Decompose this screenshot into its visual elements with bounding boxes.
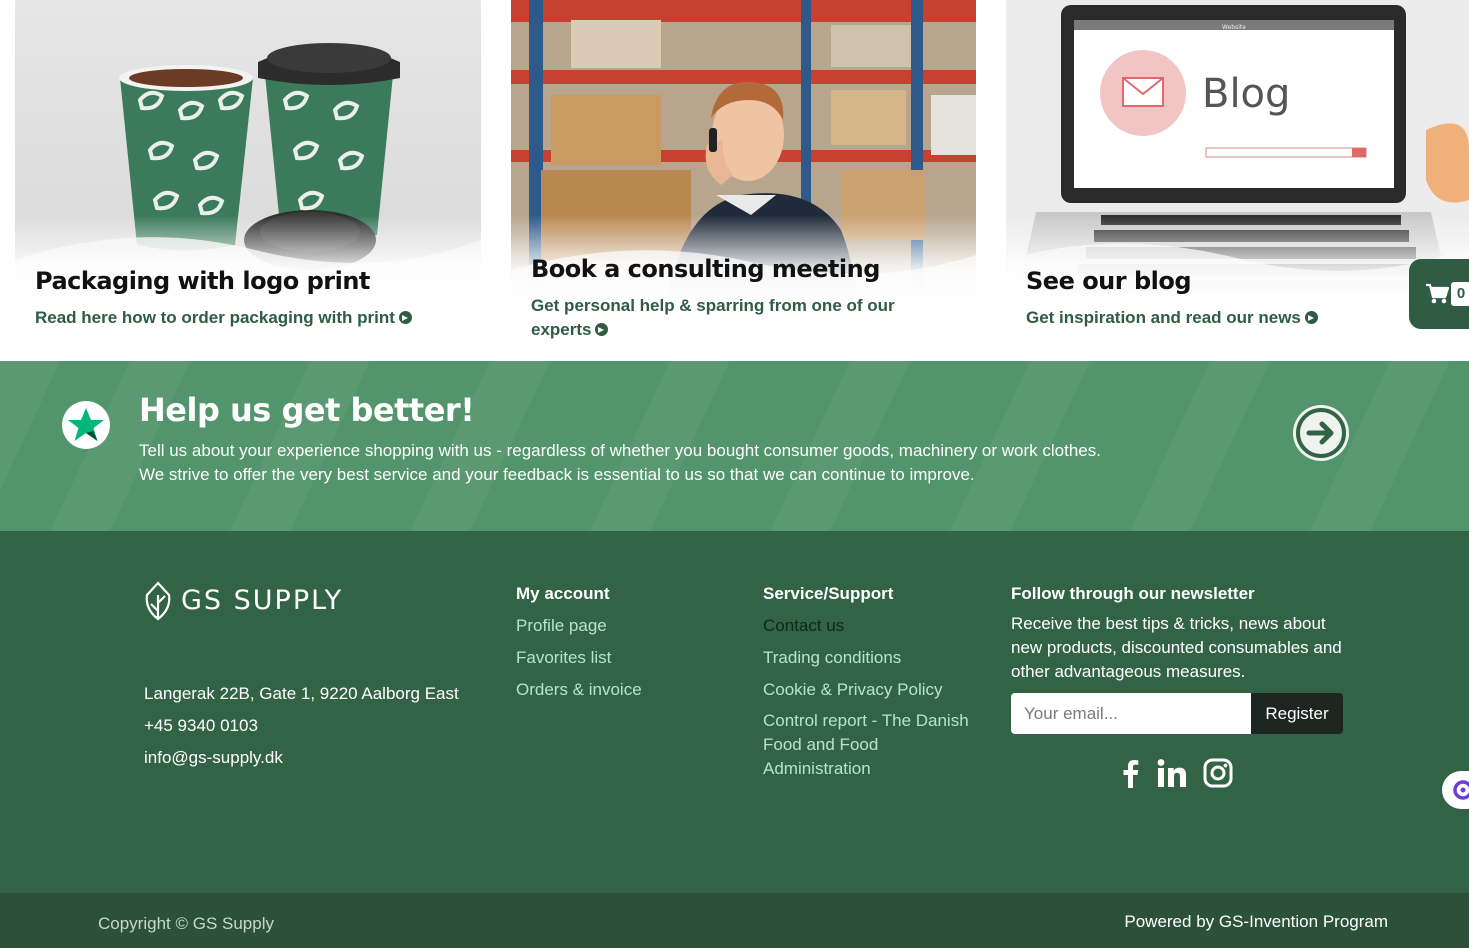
card-consulting[interactable]: Book a consulting meeting Get personal h… xyxy=(511,0,976,345)
copyright-text: Copyright © GS Supply xyxy=(98,914,274,933)
feedback-title: Help us get better! xyxy=(139,391,475,429)
linkedin-icon[interactable] xyxy=(1156,757,1188,789)
feedback-banner[interactable]: Help us get better! Tell us about your e… xyxy=(0,361,1469,531)
bottom-bar: Copyright © GS Supply Powered by GS-Inve… xyxy=(0,893,1469,948)
trustpilot-star-icon xyxy=(62,401,110,449)
arrow-right-circle-icon[interactable] xyxy=(1293,405,1349,461)
newsletter-email-input[interactable] xyxy=(1011,693,1251,734)
chevron-circle-right-icon xyxy=(1304,311,1318,324)
card-title: Book a consulting meeting xyxy=(531,255,880,283)
cart-count-badge: 0 xyxy=(1451,282,1469,306)
gs-supply-logo[interactable]: GS SUPPLY xyxy=(144,581,341,621)
card-link-text: Get inspiration and read our news xyxy=(1026,308,1301,327)
card-title: See our blog xyxy=(1026,267,1192,295)
feedback-text-line1: Tell us about your experience shopping w… xyxy=(139,441,1101,460)
facebook-icon[interactable] xyxy=(1115,757,1147,789)
newsletter-heading: Follow through our newsletter xyxy=(1011,584,1255,603)
profile-page-link[interactable]: Profile page xyxy=(516,616,607,636)
chat-icon xyxy=(1453,780,1469,800)
card-link[interactable]: Read here how to order packaging with pr… xyxy=(35,306,412,330)
chevron-circle-right-icon xyxy=(595,323,609,336)
favorites-list-link[interactable]: Favorites list xyxy=(516,648,611,668)
card-link-text: Get personal help & sparring from one of… xyxy=(531,296,895,339)
promo-cards: Packaging with logo print Read here how … xyxy=(0,0,1469,361)
contact-us-link[interactable]: Contact us xyxy=(763,616,844,636)
cart-icon xyxy=(1426,283,1449,304)
trading-conditions-link[interactable]: Trading conditions xyxy=(763,648,901,668)
card-link[interactable]: Get personal help & sparring from one of… xyxy=(531,294,921,342)
service-support-heading: Service/Support xyxy=(763,584,894,603)
orders-invoice-link[interactable]: Orders & invoice xyxy=(516,680,642,700)
logo-text: GS SUPPLY xyxy=(181,585,344,616)
newsletter-text: Receive the best tips & tricks, news abo… xyxy=(1011,614,1342,681)
address-text: Langerak 22B, Gate 1, 9220 Aalborg East xyxy=(144,684,459,703)
phone-link[interactable]: +45 9340 0103 xyxy=(144,716,258,736)
card-title: Packaging with logo print xyxy=(35,267,370,295)
card-blog[interactable]: Website Blog See our blog Get inspiratio… xyxy=(1006,0,1469,345)
footer: GS SUPPLY Langerak 22B, Gate 1, 9220 Aal… xyxy=(0,531,1469,893)
powered-by-link[interactable]: Powered by GS-Invention Program xyxy=(1124,912,1388,932)
email-link[interactable]: info@gs-supply.dk xyxy=(144,748,283,768)
blog-word: Blog xyxy=(1202,71,1290,117)
browser-title: Website xyxy=(1222,24,1246,31)
leaf-logo-icon xyxy=(145,581,171,621)
cookie-privacy-link[interactable]: Cookie & Privacy Policy xyxy=(763,680,943,700)
feedback-text-line2: We strive to offer the very best service… xyxy=(139,465,975,484)
chevron-circle-right-icon xyxy=(398,311,412,324)
instagram-icon[interactable] xyxy=(1202,757,1234,789)
register-button[interactable]: Register xyxy=(1251,693,1343,734)
my-account-heading: My account xyxy=(516,584,610,603)
card-link-text: Read here how to order packaging with pr… xyxy=(35,308,395,327)
card-packaging[interactable]: Packaging with logo print Read here how … xyxy=(15,0,481,345)
control-report-link[interactable]: Control report - The Danish Food and Foo… xyxy=(763,709,978,781)
card-link[interactable]: Get inspiration and read our news xyxy=(1026,306,1318,330)
